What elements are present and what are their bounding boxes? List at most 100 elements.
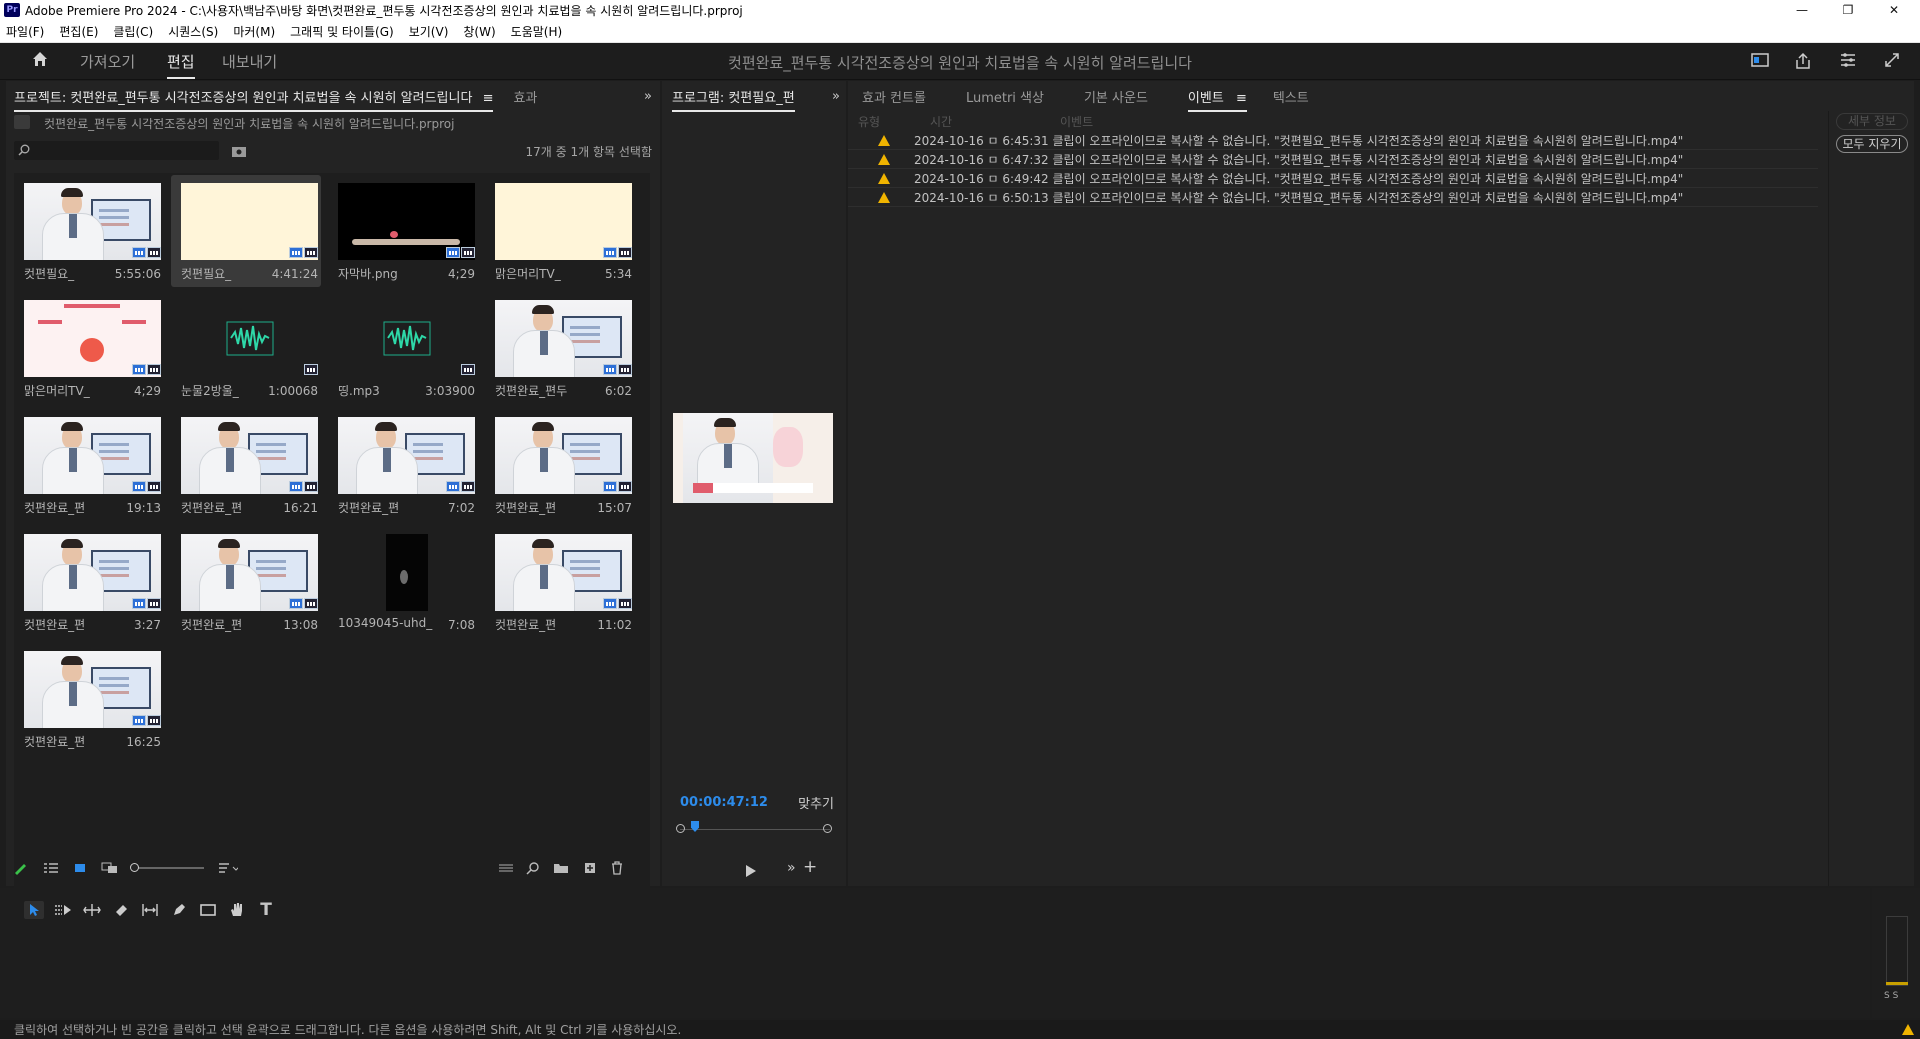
find-icon[interactable] (523, 859, 543, 877)
clip-item[interactable]: 컷편완료_편 11:02 (485, 526, 635, 638)
menu-help[interactable]: 도움말(H) (511, 23, 563, 40)
clip-item[interactable]: 맑은머리TV_ 5:34 (485, 175, 635, 287)
clip-item[interactable]: 컷편완료_편 15:07 (485, 409, 635, 521)
tab-effects[interactable]: 효과 (513, 87, 537, 106)
clip-item[interactable]: 컷편완료_편 19:13 (14, 409, 164, 521)
button-editor-icon[interactable]: + (803, 857, 817, 877)
hand-tool-icon[interactable] (227, 901, 247, 919)
clip-item[interactable]: 컷편필요_ 4:41:24 (171, 175, 321, 287)
clip-item[interactable]: 컷편완료_편두 6:02 (485, 292, 635, 404)
freeform-view-icon[interactable] (100, 859, 120, 877)
event-row[interactable]: 2024-10-16 ㅁ 6:49:42 클립이 오프라인이므로 복사할 수 없… (848, 169, 1818, 188)
menu-file[interactable]: 파일(F) (6, 23, 44, 40)
clip-item[interactable]: 맑은머리TV_ 4;29 (14, 292, 164, 404)
tab-lumetri[interactable]: Lumetri 색상 (966, 87, 1044, 106)
clip-item[interactable]: 자막바.png 4;29 (328, 175, 478, 287)
details-button[interactable]: 세부 정보 (1836, 113, 1908, 130)
share-icon[interactable] (1793, 52, 1813, 70)
video-badge-icon (289, 247, 303, 258)
menu-edit[interactable]: 편집(E) (59, 23, 98, 40)
zoom-slider-handle[interactable] (130, 863, 139, 872)
menu-clip[interactable]: 클립(C) (113, 23, 153, 40)
tab-text[interactable]: 텍스트 (1273, 87, 1309, 106)
new-item-icon[interactable] (580, 859, 600, 877)
icon-view-icon[interactable] (70, 859, 90, 877)
scrubber-in-handle[interactable] (676, 824, 685, 833)
column-event[interactable]: 이벤트 (1060, 113, 1093, 130)
minimize-button[interactable]: — (1780, 0, 1824, 20)
clip-item[interactable]: 띵.mp3 3:03900 (328, 292, 478, 404)
tab-basic-sound[interactable]: 기본 사운드 (1084, 87, 1148, 106)
clear-all-button[interactable]: 모두 지우기 (1836, 135, 1908, 153)
scrubber-out-handle[interactable] (823, 824, 832, 833)
sort-icon[interactable] (218, 859, 238, 877)
clip-item[interactable]: 10349045-uhd_ 7:08 (328, 526, 478, 638)
clip-media-badges (132, 598, 161, 609)
events-menu-icon[interactable]: ≡ (1236, 91, 1247, 106)
warning-icon (878, 172, 890, 184)
pen-tool-icon[interactable] (169, 901, 189, 919)
event-row[interactable]: 2024-10-16 ㅁ 6:50:13 클립이 오프라인이므로 복사할 수 없… (848, 188, 1818, 207)
status-warning-icon[interactable] (1902, 1024, 1914, 1035)
audio-badge-icon (461, 247, 475, 258)
tab-effect-controls[interactable]: 효과 컨트롤 (862, 87, 926, 106)
fullscreen-icon[interactable] (1882, 52, 1902, 70)
tab-export[interactable]: 내보내기 (222, 51, 277, 72)
clip-name: 컷편필요_ (24, 267, 75, 281)
clip-item[interactable]: 컷편완료_편 16:25 (14, 643, 164, 755)
menu-marker[interactable]: 마커(M) (233, 23, 275, 40)
search-input[interactable] (14, 141, 219, 160)
fit-dropdown[interactable]: 맞추기 (798, 793, 834, 812)
tab-project[interactable]: 프로젝트: 컷편완료_편두통 시각전조증상의 원인과 치료법을 속 시원히 알려… (14, 87, 494, 112)
program-overflow-icon[interactable]: » (832, 89, 840, 104)
panel-menu-icon[interactable]: ≡ (483, 91, 494, 106)
menu-window[interactable]: 창(W) (463, 23, 495, 40)
clip-item[interactable]: 컷편완료_편 13:08 (171, 526, 321, 638)
menu-graphics[interactable]: 그래픽 및 타이틀(G) (290, 23, 394, 40)
solo-buttons[interactable]: S S (1884, 991, 1898, 1001)
automate-to-sequence-icon[interactable] (496, 859, 516, 877)
new-bin-from-search-icon[interactable] (231, 143, 247, 157)
slip-tool-icon[interactable] (140, 901, 160, 919)
event-row[interactable]: 2024-10-16 ㅁ 6:47:32 클립이 오프라인이므로 복사할 수 없… (848, 150, 1818, 169)
tab-program[interactable]: 프로그램: 컷편필요_편 (672, 87, 795, 112)
track-select-tool-icon[interactable] (53, 901, 73, 919)
home-icon[interactable] (30, 50, 50, 68)
restore-button[interactable]: ❐ (1826, 0, 1870, 20)
column-type[interactable]: 유형 (858, 113, 880, 130)
tab-events[interactable]: 이벤트 ≡ (1187, 87, 1247, 112)
panel-overflow-icon[interactable]: » (644, 89, 652, 104)
clip-item[interactable]: 컷편완료_편 3:27 (14, 526, 164, 638)
workspace-icon[interactable] (1750, 52, 1770, 70)
more-controls-icon[interactable]: » (787, 860, 796, 876)
selection-tool-icon[interactable] (24, 901, 44, 919)
clip-duration: 11:02 (597, 618, 632, 632)
program-scrubber[interactable] (676, 824, 832, 836)
audio-badge-icon (618, 364, 632, 375)
settings-sliders-icon[interactable] (1838, 52, 1858, 70)
razor-tool-icon[interactable] (111, 901, 131, 919)
clip-item[interactable]: 눈물2방울_ 1:00068 (171, 292, 321, 404)
clip-duration: 3:27 (134, 618, 161, 632)
new-bin-icon[interactable] (551, 859, 571, 877)
write-lock-icon[interactable] (10, 859, 30, 877)
tab-import[interactable]: 가져오기 (80, 51, 135, 72)
ripple-edit-tool-icon[interactable] (82, 901, 102, 919)
column-time[interactable]: 시간 (930, 113, 952, 130)
play-icon[interactable] (745, 862, 757, 877)
clear-trash-icon[interactable] (607, 859, 627, 877)
zoom-slider[interactable] (130, 863, 204, 872)
list-view-icon[interactable] (41, 859, 61, 877)
menu-sequence[interactable]: 시퀀스(S) (168, 23, 218, 40)
close-button[interactable]: ✕ (1872, 0, 1916, 20)
event-row[interactable]: 2024-10-16 ㅁ 6:45:31 클립이 오프라인이므로 복사할 수 없… (848, 131, 1818, 150)
type-tool-icon[interactable]: T (256, 900, 276, 920)
rectangle-tool-icon[interactable] (198, 901, 218, 919)
clip-item[interactable]: 컷편완료_편 7:02 (328, 409, 478, 521)
playhead-timecode[interactable]: 00:00:47:12 (680, 795, 768, 810)
clip-item[interactable]: 컷편필요_ 5:55:06 (14, 175, 164, 287)
menu-view[interactable]: 보기(V) (409, 23, 449, 40)
tab-edit[interactable]: 편집 (167, 51, 195, 79)
clip-media-badges (603, 364, 632, 375)
clip-item[interactable]: 컷편완료_편 16:21 (171, 409, 321, 521)
